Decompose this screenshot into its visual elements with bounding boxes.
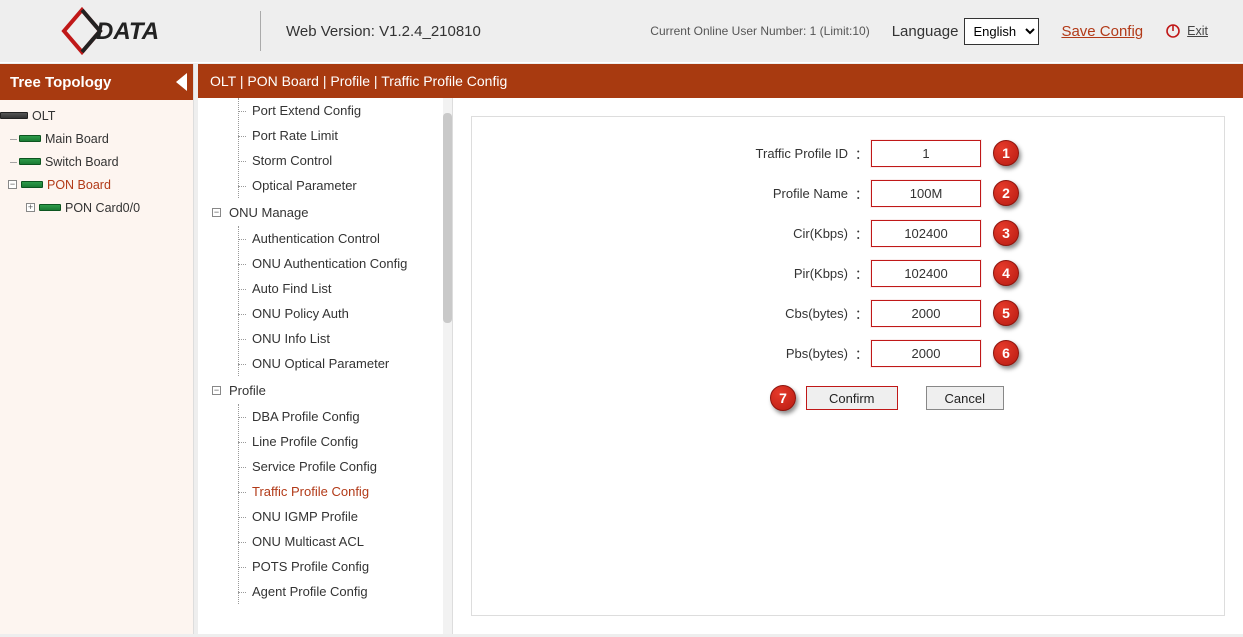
tree-node-main-board[interactable]: – Main Board bbox=[0, 127, 193, 150]
traffic-profile-form: Traffic Profile ID ： 1 Profile Name ： 2 … bbox=[471, 116, 1225, 616]
board-icon bbox=[19, 158, 41, 165]
breadcrumb: OLT | PON Board | Profile | Traffic Prof… bbox=[198, 64, 1243, 98]
board-icon bbox=[21, 181, 43, 188]
collapse-toggle[interactable]: − bbox=[8, 180, 17, 189]
nav-item-optical-parameter[interactable]: Optical Parameter bbox=[198, 173, 443, 198]
nav-scroll: Port Extend Config Port Rate Limit Storm… bbox=[198, 98, 443, 634]
row-pir: Pir(Kbps) ： 4 bbox=[502, 253, 1194, 293]
svg-text:DATA: DATA bbox=[96, 18, 159, 45]
content: OLT | PON Board | Profile | Traffic Prof… bbox=[194, 64, 1243, 634]
tree-node-pon-board[interactable]: − PON Board bbox=[0, 173, 193, 196]
expand-toggle[interactable]: + bbox=[26, 203, 35, 212]
input-pbs[interactable] bbox=[871, 340, 981, 367]
confirm-button[interactable]: Confirm bbox=[806, 386, 898, 410]
nav-scroll-thumb[interactable] bbox=[443, 113, 452, 323]
annotation-4: 4 bbox=[993, 260, 1019, 286]
online-user-label: Current Online User Number: 1 (Limit:10) bbox=[650, 24, 869, 38]
header-divider bbox=[260, 11, 261, 51]
nav-item-onu-igmp-profile[interactable]: ONU IGMP Profile bbox=[198, 504, 443, 529]
label-pbs: Pbs(bytes) bbox=[502, 346, 852, 361]
device-tree: OLT – Main Board – Switch Board − PON Bo… bbox=[0, 100, 193, 219]
input-pir[interactable] bbox=[871, 260, 981, 287]
exit-wrap[interactable]: Exit bbox=[1165, 23, 1208, 39]
power-icon bbox=[1165, 23, 1181, 39]
save-config-link[interactable]: Save Config bbox=[1061, 23, 1143, 40]
annotation-6: 6 bbox=[993, 340, 1019, 366]
main: Tree Topology OLT – Main Board – Switch … bbox=[0, 64, 1243, 634]
language-select[interactable]: English bbox=[964, 18, 1039, 45]
input-profile-name[interactable] bbox=[871, 180, 981, 207]
cancel-button[interactable]: Cancel bbox=[926, 386, 1004, 410]
collapse-toggle[interactable]: − bbox=[212, 208, 221, 217]
nav-item-onu-policy-auth[interactable]: ONU Policy Auth bbox=[198, 301, 443, 326]
nav-item-service-profile-config[interactable]: Service Profile Config bbox=[198, 454, 443, 479]
app-header: DATA Web Version: V1.2.4_210810 Current … bbox=[0, 0, 1243, 62]
input-cbs[interactable] bbox=[871, 300, 981, 327]
nav-item-onu-info-list[interactable]: ONU Info List bbox=[198, 326, 443, 351]
nav-group-onu-manage[interactable]: − ONU Manage bbox=[198, 198, 443, 226]
tree-node-pon-card[interactable]: + PON Card0/0 bbox=[0, 196, 193, 219]
nav-item-auto-find-list[interactable]: Auto Find List bbox=[198, 276, 443, 301]
annotation-5: 5 bbox=[993, 300, 1019, 326]
label-pir: Pir(Kbps) bbox=[502, 266, 852, 281]
annotation-3: 3 bbox=[993, 220, 1019, 246]
input-traffic-profile-id[interactable] bbox=[871, 140, 981, 167]
nav-item-port-extend-config[interactable]: Port Extend Config bbox=[198, 98, 443, 123]
row-cir: Cir(Kbps) ： 3 bbox=[502, 213, 1194, 253]
nav-scrollbar[interactable] bbox=[443, 98, 452, 634]
nav-item-port-rate-limit[interactable]: Port Rate Limit bbox=[198, 123, 443, 148]
olt-icon bbox=[0, 112, 28, 119]
web-version-label: Web Version: V1.2.4_210810 bbox=[286, 23, 481, 40]
nav-item-storm-control[interactable]: Storm Control bbox=[198, 148, 443, 173]
annotation-2: 2 bbox=[993, 180, 1019, 206]
annotation-7: 7 bbox=[770, 385, 796, 411]
nav-item-pots-profile-config[interactable]: POTS Profile Config bbox=[198, 554, 443, 579]
nav-item-authentication-control[interactable]: Authentication Control bbox=[198, 226, 443, 251]
sidebar: Tree Topology OLT – Main Board – Switch … bbox=[0, 64, 194, 634]
nav-column: Port Extend Config Port Rate Limit Storm… bbox=[198, 98, 453, 634]
row-cbs: Cbs(bytes) ： 5 bbox=[502, 293, 1194, 333]
nav-item-traffic-profile-config[interactable]: Traffic Profile Config bbox=[198, 479, 443, 504]
nav-item-onu-multicast-acl[interactable]: ONU Multicast ACL bbox=[198, 529, 443, 554]
button-row: 7 Confirm Cancel bbox=[502, 373, 1194, 423]
exit-link[interactable]: Exit bbox=[1187, 24, 1208, 38]
sidebar-header: Tree Topology bbox=[0, 64, 193, 100]
row-traffic-profile-id: Traffic Profile ID ： 1 bbox=[502, 133, 1194, 173]
nav-group-profile[interactable]: − Profile bbox=[198, 376, 443, 404]
row-pbs: Pbs(bytes) ： 6 bbox=[502, 333, 1194, 373]
workarea: Port Extend Config Port Rate Limit Storm… bbox=[198, 98, 1243, 634]
row-profile-name: Profile Name ： 2 bbox=[502, 173, 1194, 213]
form-area: Traffic Profile ID ： 1 Profile Name ： 2 … bbox=[453, 98, 1243, 634]
nav-item-line-profile-config[interactable]: Line Profile Config bbox=[198, 429, 443, 454]
board-icon bbox=[39, 204, 61, 211]
nav-item-dba-profile-config[interactable]: DBA Profile Config bbox=[198, 404, 443, 429]
sidebar-title: Tree Topology bbox=[10, 74, 111, 91]
language-label: Language bbox=[892, 23, 959, 40]
label-cbs: Cbs(bytes) bbox=[502, 306, 852, 321]
header-right: Current Online User Number: 1 (Limit:10)… bbox=[650, 0, 1208, 62]
nav-item-onu-authentication-config[interactable]: ONU Authentication Config bbox=[198, 251, 443, 276]
label-traffic-profile-id: Traffic Profile ID bbox=[502, 146, 852, 161]
nav-item-agent-profile-config[interactable]: Agent Profile Config bbox=[198, 579, 443, 604]
tree-node-switch-board[interactable]: – Switch Board bbox=[0, 150, 193, 173]
collapse-toggle[interactable]: − bbox=[212, 386, 221, 395]
collapse-icon[interactable] bbox=[176, 73, 187, 91]
language-selector: Language English bbox=[892, 18, 1040, 45]
label-profile-name: Profile Name bbox=[502, 186, 852, 201]
annotation-1: 1 bbox=[993, 140, 1019, 166]
tree-node-olt[interactable]: OLT bbox=[0, 104, 193, 127]
label-cir: Cir(Kbps) bbox=[502, 226, 852, 241]
logo: DATA bbox=[60, 6, 190, 56]
nav-item-onu-optical-parameter[interactable]: ONU Optical Parameter bbox=[198, 351, 443, 376]
board-icon bbox=[19, 135, 41, 142]
input-cir[interactable] bbox=[871, 220, 981, 247]
